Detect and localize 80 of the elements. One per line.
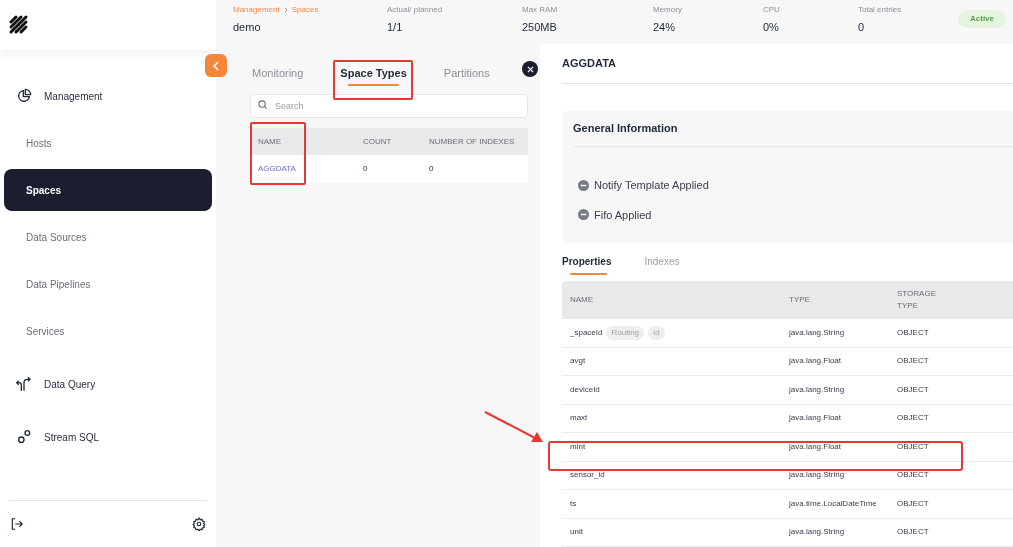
table-cell-text: 0 <box>429 163 435 175</box>
chevron-right-icon <box>282 7 289 13</box>
info-item: Fifo Applied <box>594 207 652 223</box>
table-cell: deviceId <box>570 383 600 396</box>
tab[interactable]: Indexes <box>644 253 680 273</box>
chevron-left-icon <box>212 60 220 71</box>
info-item: Notify Template Applied <box>594 178 709 193</box>
space-name: demo <box>233 20 262 35</box>
close-button[interactable] <box>522 61 538 77</box>
stat-label: Max RAM <box>522 4 559 16</box>
stat-label: CPU <box>763 4 781 16</box>
logout-icon[interactable] <box>10 517 24 531</box>
column-header: NAME <box>257 135 283 148</box>
gears-icon <box>16 429 32 445</box>
sidebar-item[interactable]: Spaces <box>4 169 212 211</box>
status-badge: Active <box>958 10 1006 28</box>
sidebar-item[interactable]: Data Query <box>4 363 212 405</box>
table-cell-text: 0 <box>363 163 369 175</box>
stat-value: 0% <box>763 20 780 35</box>
logo-icon <box>8 14 30 36</box>
close-icon <box>526 65 534 73</box>
table-cell: OBJECT <box>897 526 929 539</box>
annotation-box <box>250 122 306 185</box>
table-cell: OBJECT <box>897 383 929 396</box>
stat-label: Actual/ planned <box>387 4 444 16</box>
stat-label: Total entries <box>858 4 903 16</box>
table-cell: OBJECT <box>897 469 929 482</box>
tab[interactable]: Properties <box>562 253 612 273</box>
annotation-arrow <box>483 410 545 444</box>
table-cell: unit <box>570 526 583 539</box>
table-cell-text: java.lang.String <box>789 469 846 482</box>
table-cell-text: java.lang.Float <box>789 412 843 425</box>
stat-value: 0 <box>858 20 866 35</box>
table-cell: avgt <box>570 355 586 368</box>
column-header: NUMBER OF INDEXES <box>429 135 516 148</box>
split-arrows-icon <box>16 376 32 392</box>
minus-circle-icon <box>578 179 589 191</box>
search-icon <box>257 99 268 110</box>
sidebar-item[interactable]: Management <box>4 75 212 117</box>
table-cell-text: java.lang.String <box>789 526 846 539</box>
column-header: COUNT <box>363 135 393 148</box>
section-title: General Information <box>573 121 678 137</box>
table-cell: mint <box>570 440 586 453</box>
pie-chart-icon <box>16 88 32 104</box>
table-cell: ts <box>570 497 577 510</box>
tab[interactable]: Space Types <box>338 65 409 88</box>
tab[interactable]: Partitions <box>441 65 492 88</box>
sidebar-item[interactable]: Hosts <box>4 122 212 164</box>
sidebar-item[interactable]: Stream SQL <box>4 416 212 458</box>
table-cell-text: java.lang.String <box>789 326 846 339</box>
minus-circle-icon <box>578 209 589 221</box>
column-header: TYPE <box>789 294 811 306</box>
table-cell: OBJECT <box>897 326 929 339</box>
tag: Routing <box>606 325 645 340</box>
tag: Id <box>648 325 665 340</box>
stat-value: 250MB <box>522 20 558 35</box>
table-cell-text: java.lang.Float <box>789 440 843 453</box>
column-header: STORAGE TYPE <box>897 288 937 312</box>
table-cell: maxt <box>570 412 588 425</box>
table-cell: _spaceId <box>570 326 603 339</box>
settings-icon[interactable] <box>192 517 206 531</box>
table-cell-text: java.time.LocalDateTime <box>789 497 878 510</box>
stat-label: Memory <box>653 4 683 16</box>
stat-value: 1/1 <box>387 20 404 35</box>
sidebar-item[interactable]: Data Pipelines <box>4 263 212 305</box>
tab[interactable]: Monitoring <box>250 65 306 88</box>
sidebar-item[interactable]: Services <box>4 310 212 352</box>
detail-title: AGGDATA <box>562 56 616 72</box>
stat-value: 24% <box>653 20 677 35</box>
table-cell-text: java.lang.String <box>789 383 846 396</box>
search-field[interactable]: Search <box>250 94 528 118</box>
table-cell-text: java.lang.Float <box>789 355 843 368</box>
table-cell: sensor_id <box>570 469 605 482</box>
column-header: NAME <box>569 294 595 306</box>
table-cell: OBJECT <box>897 497 929 510</box>
space-type-link[interactable]: AGGDATA <box>250 163 363 175</box>
table-cell: OBJECT <box>897 412 929 425</box>
table-cell: OBJECT <box>897 355 929 368</box>
table-cell: OBJECT <box>897 440 929 453</box>
sidebar-item[interactable]: Data Sources <box>4 216 212 258</box>
